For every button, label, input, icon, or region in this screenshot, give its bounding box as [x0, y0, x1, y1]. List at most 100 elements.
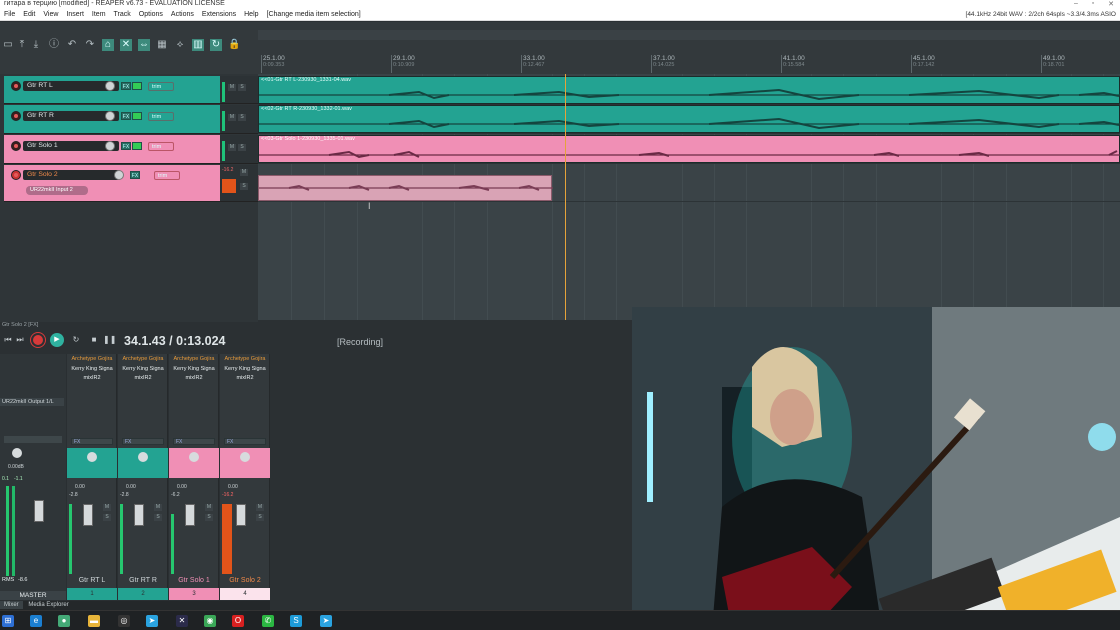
solo-button[interactable]: S	[238, 144, 246, 151]
plugin-slot[interactable]: Archetype Gojira	[119, 356, 167, 362]
record-button[interactable]	[31, 333, 45, 347]
plugin-slot[interactable]: Kerry King Signa	[68, 366, 116, 372]
plugin-slot[interactable]: Archetype Gojira	[221, 356, 269, 362]
menu-track[interactable]: Track	[110, 8, 135, 21]
pan-knob[interactable]	[87, 452, 97, 462]
record-arm-button[interactable]	[11, 111, 21, 121]
menu-view[interactable]: View	[39, 8, 62, 21]
plugin-slot[interactable]: Archetype Gojira	[68, 356, 116, 362]
grid-icon[interactable]: ▦	[156, 39, 168, 51]
mute-button[interactable]: M	[256, 504, 264, 511]
mute-button[interactable]: M	[228, 144, 236, 151]
close-icon[interactable]: ✕	[1108, 0, 1114, 8]
solo-button[interactable]: S	[238, 84, 246, 91]
record-arm-button[interactable]	[11, 170, 21, 180]
pause-icon[interactable]: ❚❚	[103, 334, 116, 346]
track-header-gtr-solo-1[interactable]: Gtr Solo 1 FX trim	[4, 135, 220, 164]
plugin-slot[interactable]: Kerry King Signa	[119, 366, 167, 372]
master-pan-knob[interactable]	[12, 448, 22, 458]
track-header-gtr-solo-2[interactable]: Gtr Solo 2 FX trim UR22mkII Input 2	[4, 165, 220, 202]
metronome-icon[interactable]: ⌂	[102, 39, 114, 51]
fx-button[interactable]: FX	[173, 438, 215, 445]
undo-icon[interactable]: ↶	[66, 39, 78, 51]
solo-button[interactable]: S	[240, 183, 248, 190]
menu-extensions[interactable]: Extensions	[198, 8, 240, 21]
start-icon[interactable]: ⊞	[2, 615, 14, 627]
edge-icon[interactable]: e	[30, 615, 42, 627]
menu-help[interactable]: Help	[240, 8, 262, 21]
volume-fader[interactable]	[134, 504, 144, 526]
plugin-slot[interactable]: mixIR2	[68, 375, 116, 381]
plugin-slot[interactable]: mixIR2	[170, 375, 218, 381]
pan-knob[interactable]	[240, 452, 250, 462]
pan-knob[interactable]	[189, 452, 199, 462]
play-button[interactable]: ▶	[50, 333, 64, 347]
menu-insert[interactable]: Insert	[62, 8, 88, 21]
envelope-icon[interactable]: ⟡	[174, 39, 186, 51]
strip-name[interactable]: Gtr Solo 2	[220, 576, 270, 586]
plugin-slot[interactable]: Archetype Gojira	[170, 356, 218, 362]
media-item[interactable]: <<03-Gtr Solo 1-230930_1335-01.wav	[258, 135, 1120, 163]
chrome-icon[interactable]: ◉	[204, 615, 216, 627]
ripple-edit-icon[interactable]: ⇔	[138, 39, 150, 51]
new-project-icon[interactable]: ▭	[2, 39, 14, 51]
fx-button[interactable]: FX	[71, 438, 113, 445]
volume-knob[interactable]	[105, 141, 115, 151]
open-project-icon[interactable]: ⤒	[16, 39, 28, 51]
fx-button[interactable]: FX	[121, 112, 131, 120]
automation-trim-button[interactable]: trim	[148, 82, 174, 91]
fx-button[interactable]: FX	[121, 142, 131, 150]
mute-button[interactable]: M	[154, 504, 162, 511]
tab-mixer[interactable]: Mixer	[0, 601, 23, 609]
menu-file[interactable]: File	[0, 8, 19, 21]
plugin-slot[interactable]: Kerry King Signa	[170, 366, 218, 372]
solo-button[interactable]: S	[103, 514, 111, 521]
track-header-gtr-rt-l[interactable]: Gtr RT L FX trim	[4, 76, 220, 104]
solo-button[interactable]: S	[154, 514, 162, 521]
mute-button[interactable]: M	[103, 504, 111, 511]
x-app-icon[interactable]: ✕	[176, 615, 188, 627]
master-output-selector[interactable]: UR22mkII Output 1/L	[0, 398, 64, 406]
menu-actions[interactable]: Actions	[167, 8, 198, 21]
solo-button[interactable]: S	[205, 514, 213, 521]
plugin-slot[interactable]: mixIR2	[119, 375, 167, 381]
master-fader[interactable]	[34, 500, 44, 522]
menu-options[interactable]: Options	[135, 8, 167, 21]
record-arm-button[interactable]	[11, 141, 21, 151]
loop-icon[interactable]: ↻	[210, 39, 222, 51]
pan-knob[interactable]	[138, 452, 148, 462]
save-project-icon[interactable]: ⤓	[30, 39, 42, 51]
automation-trim-button[interactable]: trim	[154, 171, 180, 180]
folder-icon[interactable]: ▬	[88, 615, 100, 627]
telegram-icon[interactable]: ➤	[146, 615, 158, 627]
snap-icon[interactable]: ▥	[192, 39, 204, 51]
reaper-icon[interactable]: ◎	[118, 615, 130, 627]
menu-item[interactable]: Item	[88, 8, 110, 21]
media-item[interactable]: <<01-Gtr RT L-230930_1331-04.wav	[258, 76, 1120, 104]
recording-item[interactable]	[258, 175, 553, 201]
timeline-ruler[interactable]: 25.1.00 0:09.353 29.1.00 0:10.909 33.1.00 0:1…	[258, 22, 1120, 74]
volume-knob[interactable]	[105, 111, 115, 121]
fx-button[interactable]: FX	[122, 438, 164, 445]
maximize-icon[interactable]: ▫	[1092, 0, 1094, 8]
media-item[interactable]: <<02-Gtr RT R-230930_1332-01.wav	[258, 105, 1120, 133]
volume-fader[interactable]	[185, 504, 195, 526]
fx-button[interactable]: FX	[121, 82, 131, 90]
fx-button[interactable]: FX	[224, 438, 266, 445]
stop-icon[interactable]: ■	[88, 334, 100, 346]
volume-knob[interactable]	[105, 81, 115, 91]
go-to-end-icon[interactable]: ⏭	[14, 334, 26, 346]
strip-name[interactable]: Gtr RT R	[118, 576, 168, 586]
arrange-view[interactable]: <<01-Gtr RT L-230930_1331-04.wav <<02-Gt…	[258, 74, 1120, 324]
lock-icon[interactable]: 🔒	[228, 39, 240, 51]
volume-fader[interactable]	[83, 504, 93, 526]
solo-button[interactable]: S	[238, 114, 246, 121]
mute-button[interactable]: M	[205, 504, 213, 511]
audio-device-status[interactable]: [44.1kHz 24bit WAV : 2/2ch 64spls ~3.3/4…	[966, 11, 1120, 18]
auto-crossfade-icon[interactable]: ✕	[120, 39, 132, 51]
repeat-icon[interactable]: ↻	[70, 334, 82, 346]
project-settings-icon[interactable]: ⓘ	[48, 39, 60, 51]
position-display[interactable]: 34.1.43 / 0:13.024	[124, 334, 225, 348]
solo-button[interactable]: S	[256, 514, 264, 521]
minimize-icon[interactable]: –	[1074, 0, 1078, 8]
